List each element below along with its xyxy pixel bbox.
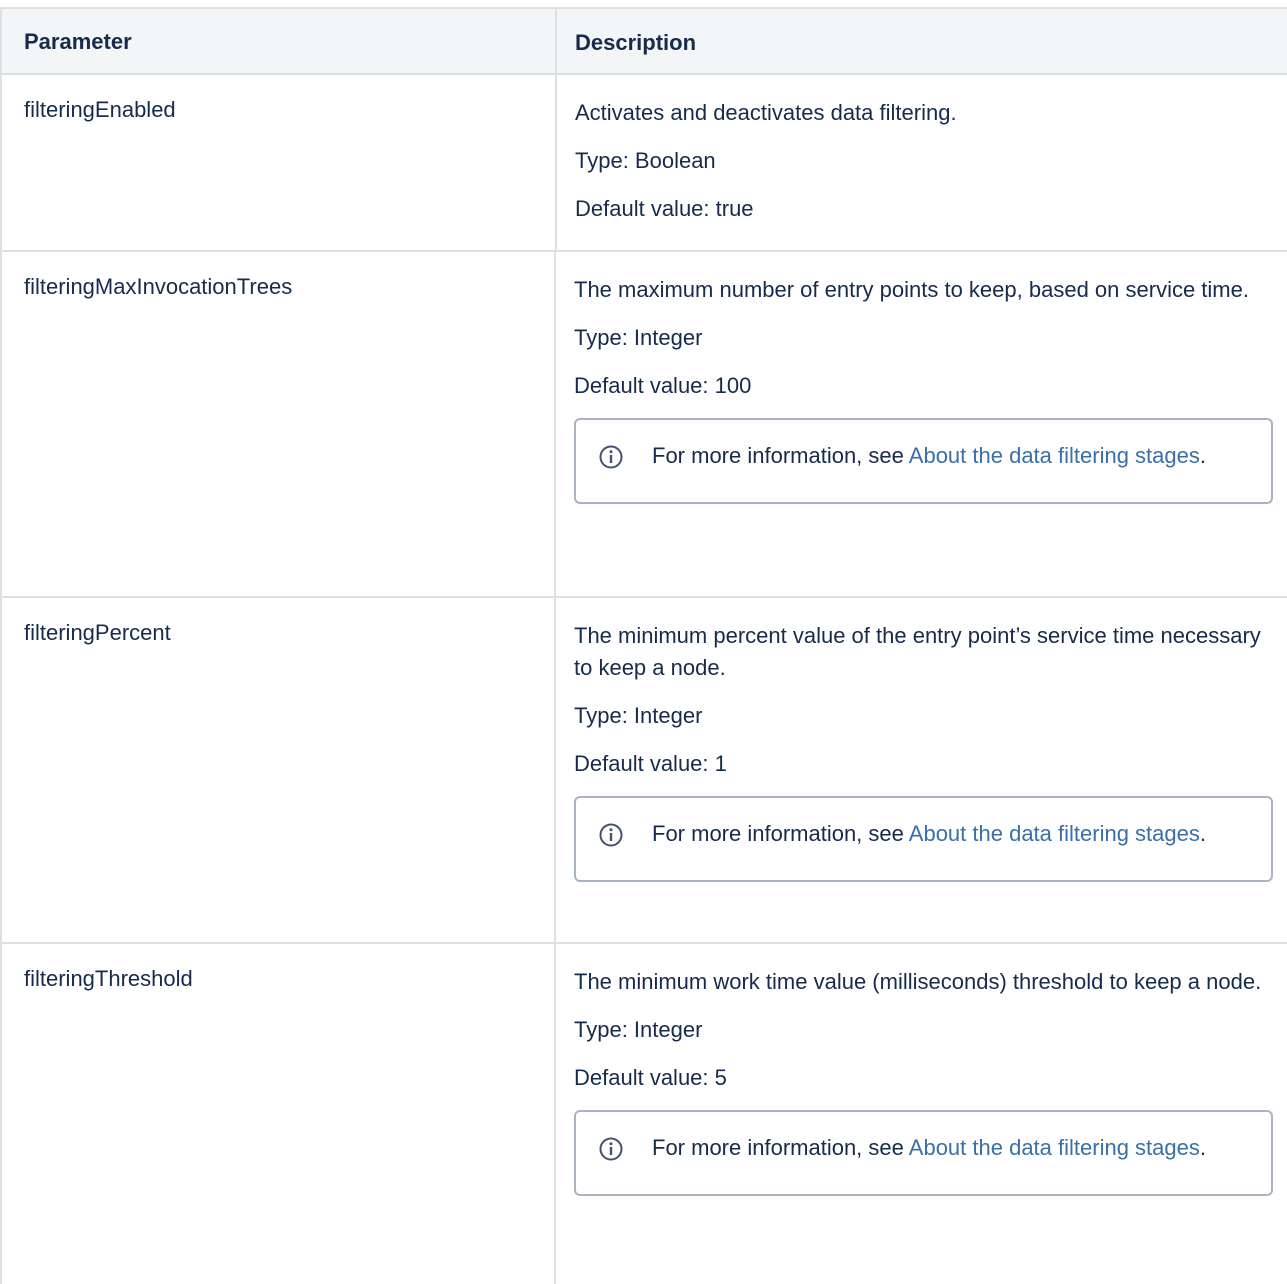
table-header-row: Parameter Description (2, 9, 1287, 75)
parameter-description: The minimum work time value (millisecond… (556, 944, 1287, 1284)
description-default: Default value: true (575, 196, 754, 221)
header-parameter: Parameter (2, 9, 557, 73)
info-note: For more information, see About the data… (574, 418, 1273, 504)
info-note: For more information, see About the data… (574, 1110, 1273, 1196)
description-default: Default value: 100 (574, 373, 752, 398)
parameter-name: filteringMaxInvocationTrees (2, 252, 556, 596)
info-icon (599, 445, 623, 469)
description-type: Type: Integer (574, 1017, 703, 1042)
info-note: For more information, see About the data… (574, 796, 1273, 882)
parameter-name: filteringPercent (2, 598, 556, 942)
description-type: Type: Integer (574, 325, 703, 350)
table-row: filteringPercent The minimum percent val… (2, 598, 1287, 944)
description-summary: Activates and deactivates data filtering… (575, 100, 957, 125)
table-row: filteringMaxInvocationTrees The maximum … (2, 252, 1287, 598)
parameter-description: The minimum percent value of the entry p… (556, 598, 1287, 942)
note-suffix: . (1199, 821, 1206, 846)
description-type: Type: Integer (574, 703, 703, 728)
description-summary: The maximum number of entry points to ke… (574, 277, 1249, 302)
note-prefix: For more information, see (652, 1135, 909, 1160)
description-default: Default value: 5 (574, 1065, 727, 1090)
data-filtering-stages-link[interactable]: About the data filtering stages (909, 443, 1200, 468)
note-prefix: For more information, see (652, 821, 909, 846)
data-filtering-stages-link[interactable]: About the data filtering stages (909, 821, 1200, 846)
note-suffix: . (1199, 1135, 1206, 1160)
parameter-description: The maximum number of entry points to ke… (556, 252, 1287, 596)
parameter-name: filteringEnabled (2, 75, 557, 250)
header-description: Description (575, 30, 697, 55)
data-filtering-stages-link[interactable]: About the data filtering stages (909, 1135, 1200, 1160)
description-summary: The minimum work time value (millisecond… (574, 969, 1262, 994)
description-summary: The minimum percent value of the entry p… (574, 623, 1261, 680)
note-suffix: . (1199, 443, 1206, 468)
table-row: filteringThreshold The minimum work time… (2, 944, 1287, 1284)
note-prefix: For more information, see (652, 443, 909, 468)
parameters-table: Parameter Description filteringEnabled A… (0, 7, 1287, 1284)
description-default: Default value: 1 (574, 751, 727, 776)
description-type: Type: Boolean (575, 148, 716, 173)
parameter-description: Activates and deactivates data filtering… (557, 75, 1287, 250)
info-icon (599, 1137, 623, 1161)
parameter-name: filteringThreshold (2, 944, 556, 1284)
table-row: filteringEnabled Activates and deactivat… (2, 75, 1287, 252)
info-icon (599, 823, 623, 847)
